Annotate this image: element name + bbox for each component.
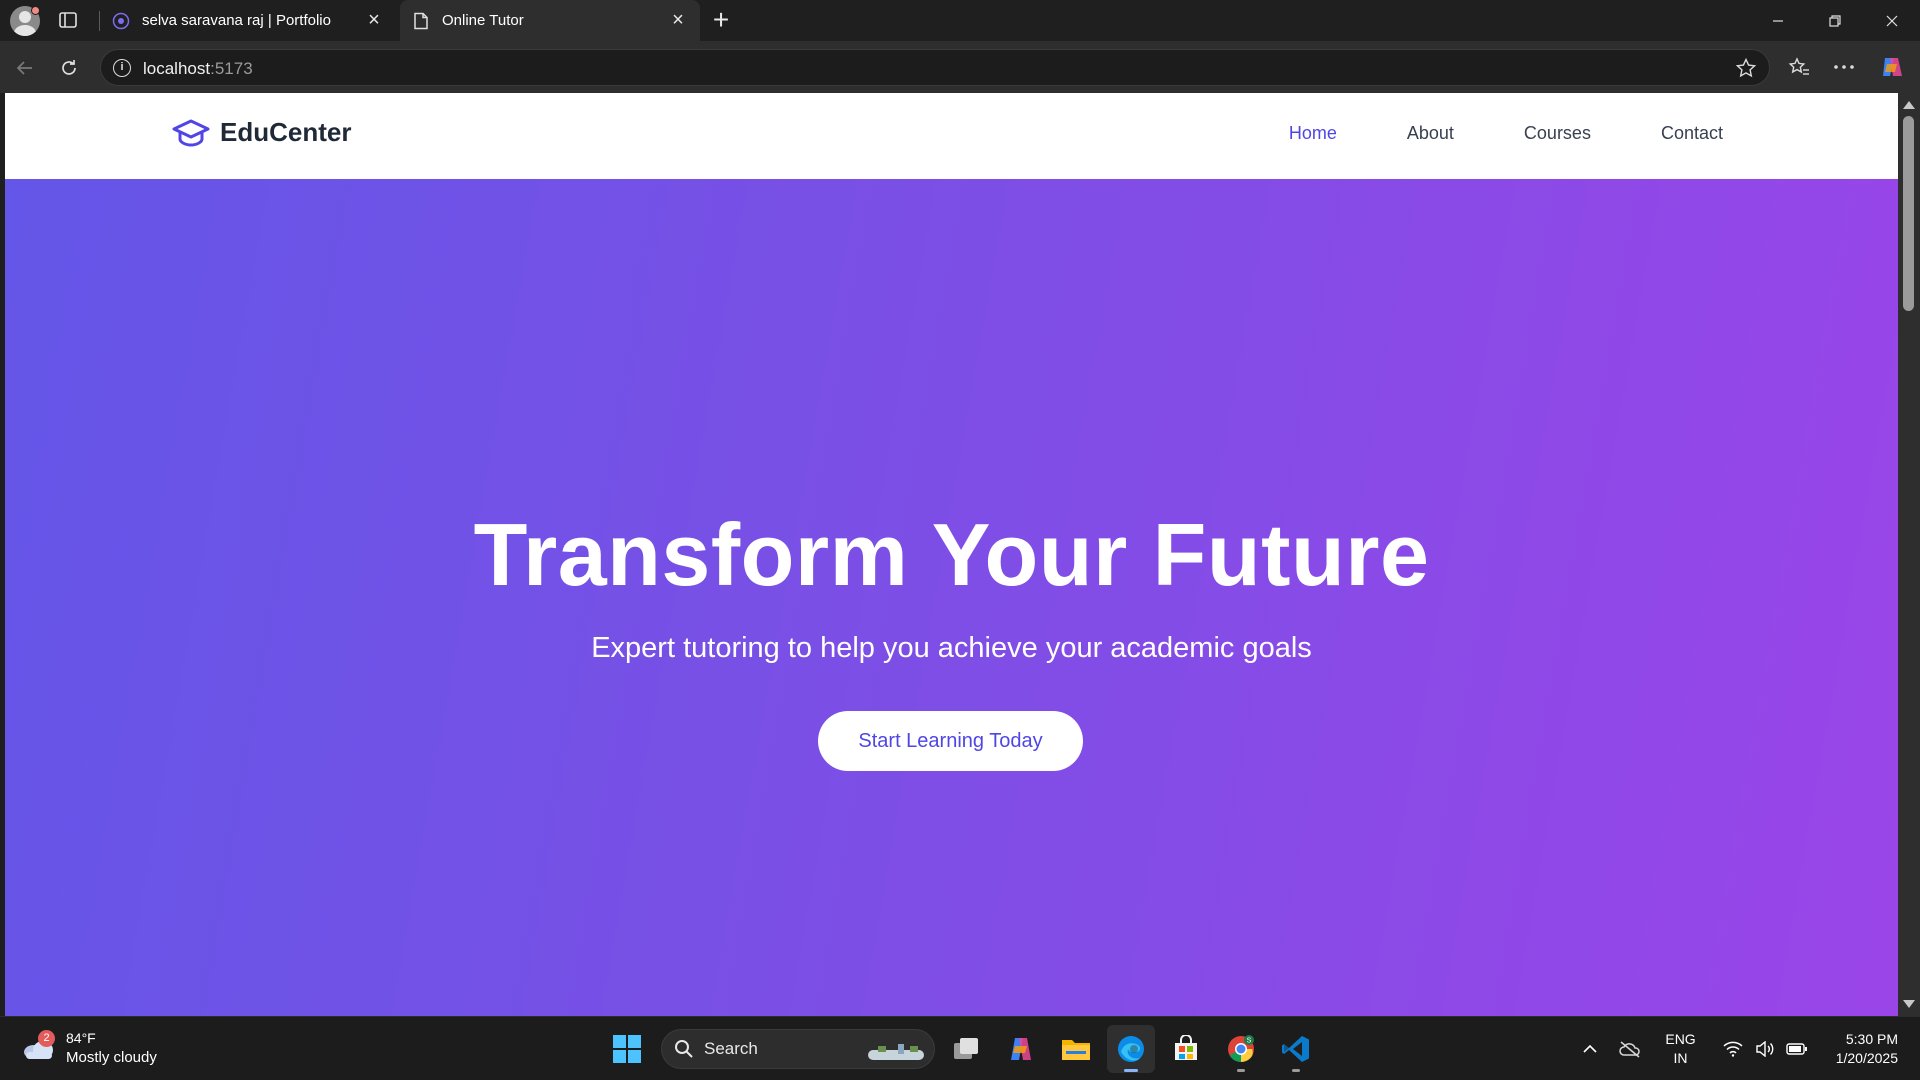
volume-icon[interactable] bbox=[1750, 1034, 1780, 1064]
browser-tab-strip: selva saravana raj | Portfolio × Online … bbox=[0, 0, 1920, 41]
nav-link-home[interactable]: Home bbox=[1289, 123, 1337, 144]
reload-icon[interactable] bbox=[55, 54, 83, 82]
back-arrow-icon[interactable] bbox=[11, 54, 39, 82]
windows-start-icon[interactable] bbox=[605, 1027, 649, 1071]
window-controls bbox=[1749, 0, 1920, 41]
system-tray: ENG IN 5:30 PM 1/20/2025 bbox=[1575, 1017, 1920, 1080]
tab-title: Online Tutor bbox=[442, 12, 524, 29]
onedrive-offline-icon[interactable] bbox=[1615, 1034, 1645, 1064]
url-port: :5173 bbox=[210, 59, 253, 78]
url-text: localhost:5173 bbox=[143, 59, 253, 79]
tab-portfolio[interactable]: selva saravana raj | Portfolio × bbox=[100, 0, 396, 41]
close-window-icon[interactable] bbox=[1863, 0, 1920, 41]
copilot-icon[interactable] bbox=[1878, 53, 1906, 81]
address-bar[interactable]: i localhost:5173 bbox=[100, 49, 1770, 86]
url-host: localhost bbox=[143, 59, 211, 78]
copilot-app-icon[interactable] bbox=[997, 1025, 1045, 1073]
favorites-icon[interactable] bbox=[1785, 53, 1813, 81]
language-code: ENG bbox=[1665, 1031, 1696, 1047]
nav-link-courses[interactable]: Courses bbox=[1524, 123, 1591, 144]
main-nav: Home About Courses Contact bbox=[1289, 123, 1723, 144]
wifi-icon[interactable] bbox=[1718, 1034, 1748, 1064]
taskbar-search[interactable]: Search bbox=[661, 1029, 935, 1069]
running-app-indicator bbox=[1237, 1069, 1245, 1072]
restore-icon[interactable] bbox=[1806, 0, 1863, 41]
minimize-icon[interactable] bbox=[1749, 0, 1806, 41]
portfolio-favicon-icon bbox=[112, 12, 130, 30]
nav-link-contact[interactable]: Contact bbox=[1661, 123, 1723, 144]
search-highlight-icon bbox=[868, 1044, 924, 1060]
page-scrollbar[interactable] bbox=[1898, 93, 1920, 1016]
file-explorer-icon[interactable] bbox=[1052, 1025, 1100, 1073]
nav-link-about[interactable]: About bbox=[1407, 123, 1454, 144]
tab-title: selva saravana raj | Portfolio bbox=[142, 12, 331, 29]
language-indicator[interactable]: ENG IN bbox=[1665, 1030, 1695, 1068]
hero-section: Transform Your Future Expert tutoring to… bbox=[5, 179, 1898, 1016]
brand-logo[interactable]: EduCenter bbox=[172, 117, 351, 148]
taskbar-apps: Search S bbox=[605, 1025, 1320, 1073]
taskbar-clock[interactable]: 5:30 PM 1/20/2025 bbox=[1836, 1030, 1898, 1068]
battery-icon[interactable] bbox=[1782, 1034, 1812, 1064]
brand-name: EduCenter bbox=[220, 117, 352, 147]
favorite-star-icon[interactable] bbox=[1735, 57, 1757, 84]
close-tab-icon[interactable]: × bbox=[362, 9, 386, 33]
scroll-up-icon[interactable] bbox=[1903, 101, 1915, 109]
new-tab-button[interactable]: + bbox=[708, 6, 734, 34]
tab-actions-icon[interactable] bbox=[58, 10, 78, 30]
weather-widget[interactable]: 2 84°F Mostly cloudy bbox=[20, 1029, 157, 1067]
microsoft-store-icon[interactable] bbox=[1162, 1025, 1210, 1073]
scrollbar-thumb[interactable] bbox=[1903, 116, 1914, 311]
hero-subtitle: Expert tutoring to help you achieve your… bbox=[591, 632, 1312, 664]
scroll-down-icon[interactable] bbox=[1903, 1000, 1915, 1008]
profile-notification-dot bbox=[31, 6, 40, 15]
search-icon bbox=[675, 1040, 693, 1058]
windows-taskbar: 2 84°F Mostly cloudy Search S ENG IN 5:3… bbox=[0, 1016, 1920, 1080]
task-view-icon[interactable] bbox=[942, 1025, 990, 1073]
weather-condition: Mostly cloudy bbox=[66, 1049, 157, 1066]
cloud-icon: 2 bbox=[20, 1030, 56, 1062]
show-hidden-icons-chevron-icon[interactable] bbox=[1575, 1034, 1605, 1064]
clock-date: 1/20/2025 bbox=[1835, 1050, 1898, 1066]
edge-icon[interactable] bbox=[1107, 1025, 1155, 1073]
hero-title: Transform Your Future bbox=[473, 505, 1430, 604]
weather-temp: 84°F bbox=[66, 1030, 96, 1046]
running-app-indicator bbox=[1292, 1069, 1300, 1072]
page-favicon-icon bbox=[412, 12, 430, 30]
active-app-indicator bbox=[1124, 1069, 1138, 1072]
weather-badge: 2 bbox=[38, 1030, 55, 1047]
svg-text:S: S bbox=[1247, 1038, 1252, 1045]
search-label: Search bbox=[704, 1039, 758, 1058]
region-code: IN bbox=[1673, 1050, 1688, 1066]
vscode-icon[interactable] bbox=[1272, 1025, 1320, 1073]
site-navbar: EduCenter Home About Courses Contact bbox=[5, 93, 1898, 179]
graduation-cap-icon bbox=[172, 119, 210, 147]
start-learning-button[interactable]: Start Learning Today bbox=[818, 711, 1083, 771]
tab-online-tutor[interactable]: Online Tutor × bbox=[400, 0, 700, 41]
site-info-icon[interactable]: i bbox=[113, 59, 131, 77]
page-viewport: EduCenter Home About Courses Contact Tra… bbox=[5, 93, 1898, 1016]
clock-time: 5:30 PM bbox=[1845, 1031, 1898, 1047]
close-tab-icon[interactable]: × bbox=[666, 9, 690, 33]
chrome-icon[interactable]: S bbox=[1217, 1025, 1265, 1073]
more-options-icon[interactable] bbox=[1830, 53, 1858, 81]
browser-toolbar: i localhost:5173 bbox=[0, 41, 1920, 93]
